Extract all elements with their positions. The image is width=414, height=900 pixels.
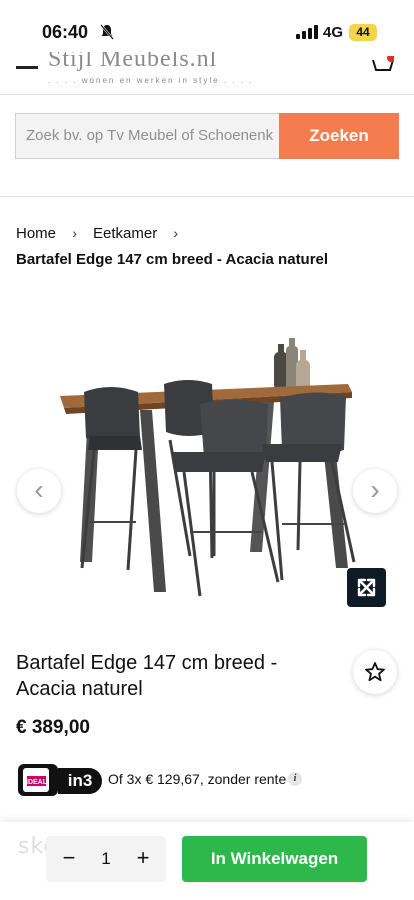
- chevron-right-icon: ›: [173, 225, 179, 242]
- info-icon[interactable]: i: [288, 772, 302, 786]
- payment-options: iDEAL in3 Of 3x € 129,67, zonder rente i: [18, 762, 338, 796]
- add-to-cart-bar: skelbiu.lt − 1 + In Winkelwagen: [0, 822, 414, 900]
- product-price: € 389,00: [16, 717, 90, 738]
- status-bar: 06:40 4G 44: [0, 0, 414, 52]
- product-title: Bartafel Edge 147 cm breed - Acacia natu…: [16, 652, 278, 700]
- search-input[interactable]: Zoek bv. op Tv Meubel of Schoenenk: [15, 113, 279, 159]
- expand-icon[interactable]: [347, 568, 386, 607]
- signal-icon: [296, 25, 318, 39]
- quantity-value[interactable]: 1: [96, 849, 116, 869]
- battery-indicator: 44: [349, 24, 377, 41]
- installment-text: Of 3x € 129,67, zonder rente: [108, 771, 287, 787]
- ideal-logo: iDEAL: [18, 764, 58, 796]
- chevron-right-icon[interactable]: ›: [353, 469, 397, 513]
- bell-muted-icon: [100, 24, 114, 40]
- search-button[interactable]: Zoeken: [279, 113, 399, 159]
- divider: [0, 196, 414, 197]
- site-header: Stijl Meubels.nl . . . . wonen en werken…: [0, 52, 414, 95]
- status-time: 06:40: [42, 22, 89, 42]
- network-type: 4G: [323, 24, 344, 41]
- cart-icon[interactable]: [372, 56, 394, 72]
- star-icon: [365, 662, 385, 682]
- in3-logo: in3: [58, 768, 102, 794]
- quantity-increase-button[interactable]: +: [134, 846, 152, 870]
- quantity-decrease-button[interactable]: −: [60, 846, 78, 870]
- logo-tagline: . . . . wonen en werken in style . . . .: [48, 76, 254, 85]
- quantity-stepper: − 1 +: [46, 836, 166, 882]
- breadcrumb-current: Bartafel Edge 147 cm breed - Acacia natu…: [16, 251, 329, 268]
- breadcrumb-eetkamer[interactable]: Eetkamer: [93, 225, 157, 242]
- chevron-left-icon[interactable]: ‹: [17, 469, 61, 513]
- expand-arrows: [357, 578, 376, 597]
- add-to-cart-button[interactable]: In Winkelwagen: [182, 836, 367, 882]
- breadcrumb-home[interactable]: Home: [16, 225, 56, 242]
- search-bar: Zoek bv. op Tv Meubel of Schoenenk Zoeke…: [15, 113, 399, 159]
- ideal-label: iDEAL: [26, 779, 48, 786]
- wishlist-button[interactable]: [353, 650, 397, 694]
- logo-text: Stijl Meubels.nl: [48, 52, 218, 72]
- chevron-right-icon: ›: [72, 225, 77, 242]
- site-logo[interactable]: Stijl Meubels.nl . . . . wonen en werken…: [48, 52, 304, 88]
- hamburger-icon[interactable]: [16, 66, 38, 69]
- breadcrumb: Home › Eetkamer ›: [16, 224, 190, 242]
- product-gallery[interactable]: ‹ ›: [0, 300, 414, 620]
